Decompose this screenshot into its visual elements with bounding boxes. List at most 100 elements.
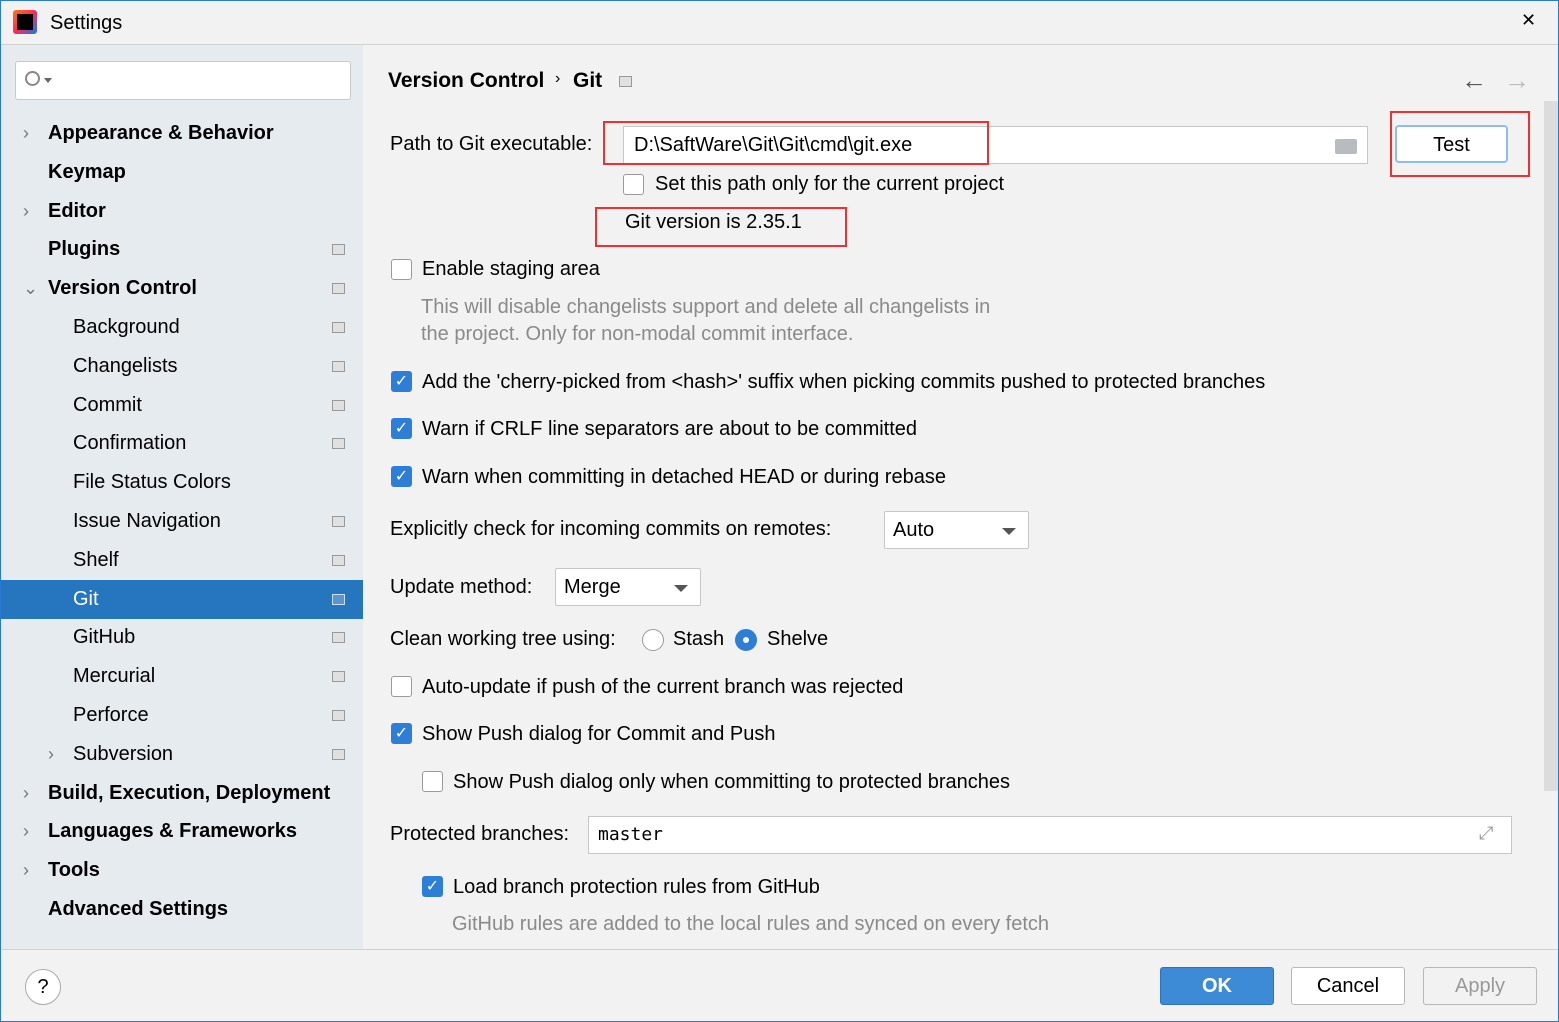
show-push-label: Show Push dialog for Commit and Push [422,723,776,745]
project-page-icon [332,438,345,450]
sidebar-item-label: Confirmation [73,432,187,455]
detached-head-checkbox[interactable]: ✓ [391,466,412,487]
sidebar-item-label: Background [73,316,180,338]
project-page-icon [332,632,345,644]
update-method-label: Update method: [390,576,533,598]
chevron-right-icon[interactable]: › [48,735,54,774]
cherry-pick-checkbox[interactable]: ✓ [391,371,412,392]
ok-button[interactable]: OK [1160,967,1274,1005]
project-page-icon [332,554,345,566]
breadcrumb-parent[interactable]: Version Control [388,69,544,93]
sidebar-item-advanced-settings[interactable]: Advanced Settings [1,890,363,929]
folder-icon[interactable] [1335,139,1357,154]
sidebar-item-version-control[interactable]: ⌄ Version Control [1,269,363,308]
chevron-down-icon[interactable]: ⌄ [23,269,38,308]
path-label: Path to Git executable: [390,133,593,155]
cancel-button[interactable]: Cancel [1291,967,1405,1005]
project-page-icon [332,671,345,683]
breadcrumb-separator: › [555,70,561,87]
sidebar-item-keymap[interactable]: Keymap [1,153,363,192]
window-title: Settings [50,12,123,34]
show-push-protected-label: Show Push dialog only when committing to… [453,771,1010,793]
highlight-box [1390,111,1530,177]
highlight-box [603,121,989,165]
sidebar-item-file-status-colors[interactable]: File Status Colors [1,463,363,502]
staging-hint: This will disable changelists support an… [421,296,991,318]
shelve-radio[interactable] [735,629,757,651]
update-method-dropdown[interactable]: Merge [555,568,701,606]
sidebar-item-perforce[interactable]: Perforce [1,696,363,735]
sidebar-item-label: Plugins [48,238,121,261]
incoming-dropdown[interactable]: Auto [884,511,1029,549]
project-page-icon [332,360,345,372]
sidebar-item-shelf[interactable]: Shelf [1,541,363,580]
sidebar-item-label: Tools [48,859,100,882]
sidebar-item-github[interactable]: GitHub [1,618,363,657]
forward-arrow-icon[interactable]: → [1504,65,1530,96]
sidebar-item-mercurial[interactable]: Mercurial [1,657,363,696]
crlf-checkbox[interactable]: ✓ [391,418,412,439]
detached-head-label: Warn when committing in detached HEAD or… [422,466,946,488]
back-arrow-icon[interactable]: ← [1461,65,1487,96]
sidebar-item-label: Subversion [73,742,174,765]
crlf-label: Warn if CRLF line separators are about t… [422,418,918,440]
scrollbar[interactable] [1544,101,1558,791]
protected-branches-input[interactable]: master ⤢ [588,816,1512,854]
incoming-label: Explicitly check for incoming commits on… [390,518,832,540]
chevron-right-icon[interactable]: › [23,774,29,813]
chevron-right-icon[interactable]: › [23,851,29,890]
chevron-down-icon [1002,528,1016,535]
sidebar-item-subversion[interactable]: › Subversion [1,735,363,774]
github-rules-hint: GitHub rules are added to the local rule… [452,913,1050,935]
chevron-right-icon[interactable]: › [23,114,29,153]
project-page-icon [332,710,345,721]
shelve-label: Shelve [767,628,829,650]
sidebar-item-languages-frameworks[interactable]: › Languages & Frameworks [1,812,363,851]
help-button[interactable]: ? [25,969,61,1005]
sidebar-item-changelists[interactable]: Changelists [1,347,363,386]
sidebar-item-label: Advanced Settings [48,898,229,920]
sidebar-item-confirmation[interactable]: Confirmation [1,424,363,463]
sidebar-item-label: Commit [73,393,142,416]
chevron-right-icon[interactable]: › [23,192,29,231]
auto-update-label: Auto-update if push of the current branc… [422,676,904,698]
sidebar-item-label: Version Control [48,277,197,300]
sidebar-item-git[interactable]: Git [1,579,363,619]
sidebar-item-label: Perforce [73,704,149,726]
highlight-box [595,207,847,247]
sidebar-item-appearance-behavior[interactable]: › Appearance & Behavior [1,114,363,153]
apply-button[interactable]: Apply [1423,967,1537,1005]
stash-radio[interactable] [642,629,664,651]
sidebar-item-background[interactable]: Background [1,308,363,347]
breadcrumb-current: Git [573,69,603,92]
sidebar-item-label: Appearance & Behavior [48,122,274,144]
show-push-checkbox[interactable]: ✓ [391,723,412,744]
sidebar-item-label: File Status Colors [73,471,231,494]
staging-hint: the project. Only for non-modal commit i… [421,323,854,345]
project-page-icon [332,748,345,760]
sidebar-item-label: Editor [48,199,106,222]
chevron-right-icon[interactable]: › [23,812,29,851]
search-input[interactable] [15,61,351,100]
sidebar-item-editor[interactable]: › Editor [1,192,363,231]
sidebar-item-label: Languages & Frameworks [48,820,297,843]
current-project-checkbox[interactable] [623,174,644,195]
sidebar-item-plugins[interactable]: Plugins [1,230,363,269]
sidebar-item-label: Keymap [48,160,126,183]
stash-label: Stash [673,628,725,650]
close-icon[interactable]: ✕ [1521,10,1536,31]
staging-label: Enable staging area [422,258,600,280]
sidebar-item-tools[interactable]: › Tools [1,851,363,890]
auto-update-checkbox[interactable] [391,676,412,697]
project-page-icon [332,516,345,527]
title-bar: Settings ✕ [1,1,1558,45]
staging-checkbox[interactable] [391,259,412,280]
show-push-protected-checkbox[interactable] [422,771,443,792]
sidebar-item-issue-navigation[interactable]: Issue Navigation [1,502,363,541]
github-rules-checkbox[interactable]: ✓ [422,876,443,897]
project-page-icon [619,76,632,87]
expand-icon[interactable]: ⤢ [1479,823,1493,844]
sidebar-item-commit[interactable]: Commit [1,386,363,425]
sidebar-item-build-execution-deployment[interactable]: › Build, Execution, Deployment [1,774,363,813]
update-method-value: Merge [564,576,621,598]
